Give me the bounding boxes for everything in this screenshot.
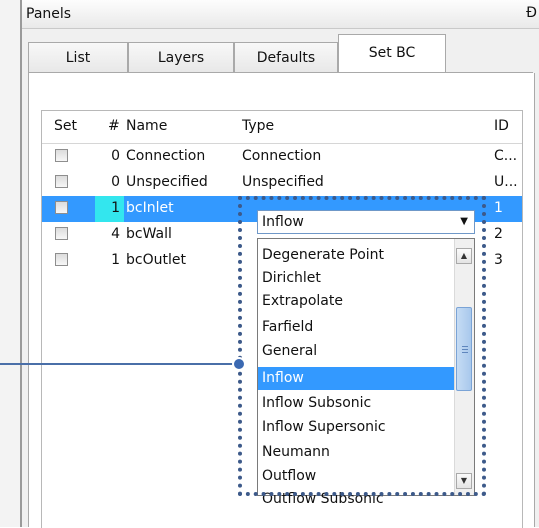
option-extrapolate[interactable]: Extrapolate <box>258 290 454 313</box>
row-name: bcInlet <box>126 200 174 216</box>
panel-title: Panels <box>26 6 72 22</box>
row-id: C... <box>494 148 518 164</box>
tab-set-bc[interactable]: Set BC <box>338 34 446 72</box>
row-type: Unspecified <box>242 174 324 190</box>
grip-line <box>462 352 468 353</box>
row-id: 1 <box>494 200 503 216</box>
callout-dot <box>232 357 246 371</box>
row-name: Connection <box>126 148 206 164</box>
set-checkbox[interactable] <box>55 227 68 240</box>
left-panel-edge <box>0 0 20 527</box>
row-id: 2 <box>494 226 503 242</box>
row-name: bcOutlet <box>126 252 186 268</box>
col-type-header[interactable]: Type <box>242 118 274 134</box>
col-num-header[interactable]: # <box>108 118 120 134</box>
option-neumann[interactable]: Neumann <box>258 441 454 464</box>
option-general[interactable]: General <box>258 340 454 363</box>
table-header: Set # Name Type ID <box>42 111 522 144</box>
row-count: 4 <box>111 226 120 242</box>
row-type: Connection <box>242 148 322 164</box>
col-set-header[interactable]: Set <box>54 118 77 134</box>
option-outflow[interactable]: Outflow <box>258 465 454 488</box>
tab-layers[interactable]: Layers <box>128 42 234 72</box>
row-count: 0 <box>111 174 120 190</box>
scroll-thumb[interactable] <box>456 307 472 391</box>
table-row[interactable]: 0 Connection Connection C... <box>42 144 522 170</box>
row-count: 1 <box>111 252 120 268</box>
type-combobox[interactable]: Inflow ▼ <box>257 210 475 234</box>
scroll-down-icon[interactable]: ▼ <box>456 473 472 489</box>
col-id-header[interactable]: ID <box>494 118 509 134</box>
pin-icon[interactable]: Ɖ <box>526 5 537 21</box>
set-checkbox[interactable] <box>55 201 68 214</box>
tab-list[interactable]: List <box>28 42 128 72</box>
dropdown-scrollbar[interactable]: ▲ ▼ <box>454 239 474 495</box>
callout-line <box>0 363 238 365</box>
row-count: 1 <box>111 200 120 216</box>
option-outflow-subsonic[interactable]: Outflow Subsonic <box>258 488 454 511</box>
option-dirichlet[interactable]: Dirichlet <box>258 267 454 290</box>
combo-value: Inflow <box>262 214 304 230</box>
option-inflow[interactable]: Inflow <box>258 367 454 390</box>
type-dropdown-list: Degenerate Point Dirichlet Extrapolate F… <box>257 238 475 507</box>
col-name-header[interactable]: Name <box>126 118 167 134</box>
option-inflow-subsonic[interactable]: Inflow Subsonic <box>258 392 454 415</box>
row-name: Unspecified <box>126 174 208 190</box>
tab-defaults[interactable]: Defaults <box>234 42 338 72</box>
option-degenerate-point[interactable]: Degenerate Point <box>258 244 454 267</box>
table-row[interactable]: 0 Unspecified Unspecified U... <box>42 170 522 196</box>
grip-line <box>462 349 468 350</box>
row-count: 0 <box>111 148 120 164</box>
panel-header: Panels Ɖ <box>22 0 539 29</box>
grip-line <box>462 346 468 347</box>
tab-bar: List Layers Defaults Set BC <box>22 34 539 74</box>
set-checkbox[interactable] <box>55 253 68 266</box>
set-checkbox[interactable] <box>55 149 68 162</box>
option-farfield[interactable]: Farfield <box>258 316 454 339</box>
row-id: U... <box>494 174 518 190</box>
scroll-up-icon[interactable]: ▲ <box>456 248 472 264</box>
row-name: bcWall <box>126 226 172 242</box>
row-id: 3 <box>494 252 503 268</box>
chevron-down-icon[interactable]: ▼ <box>460 214 468 230</box>
set-checkbox[interactable] <box>55 175 68 188</box>
option-inflow-supersonic[interactable]: Inflow Supersonic <box>258 416 454 439</box>
